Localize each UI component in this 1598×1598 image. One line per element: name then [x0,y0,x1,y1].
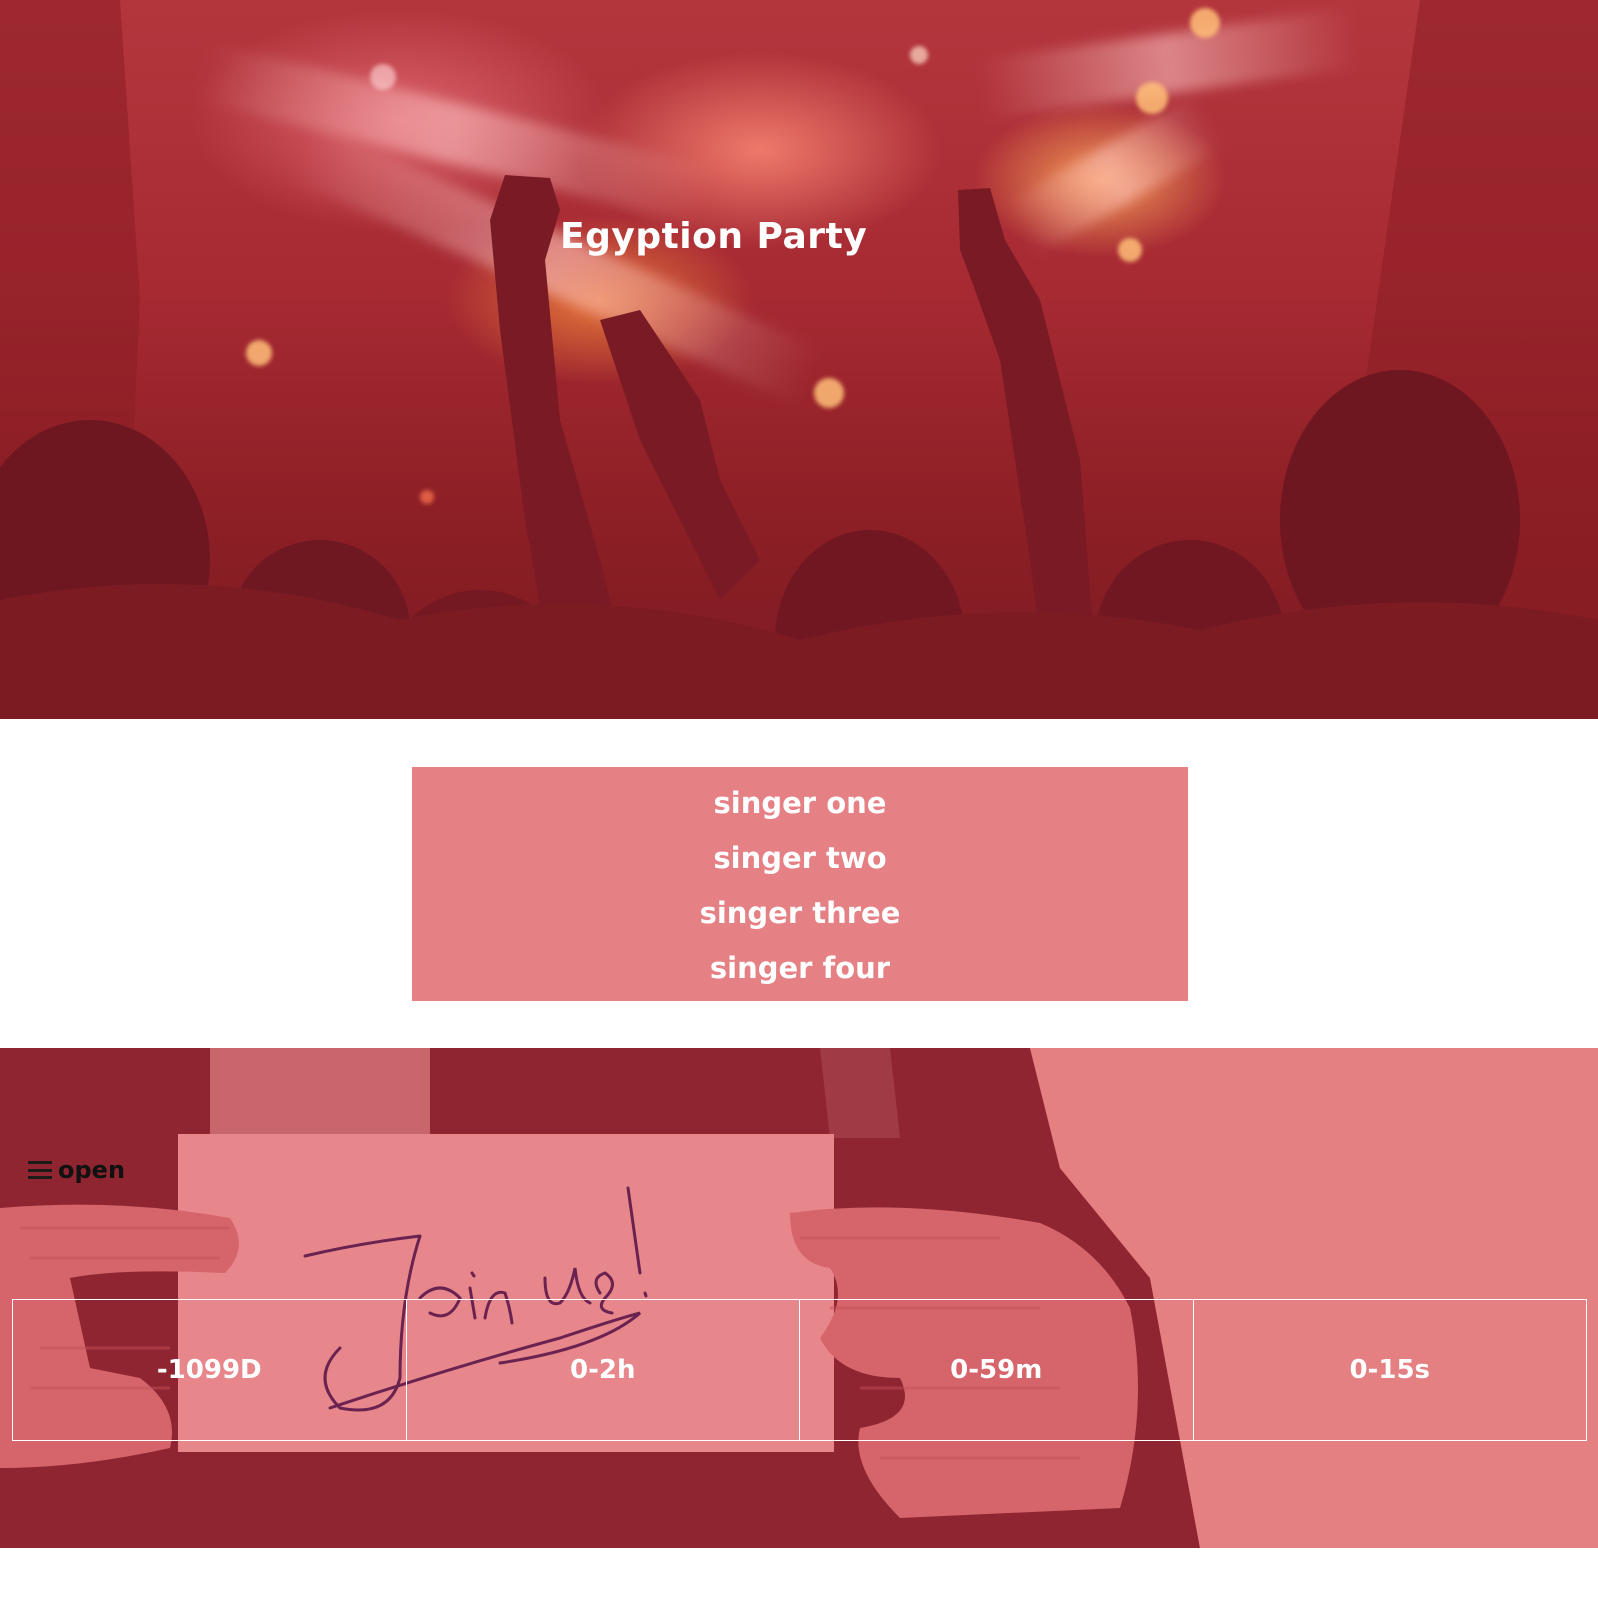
open-menu-button[interactable]: open [28,1156,125,1184]
singer-item-one[interactable]: singer one [714,783,887,823]
countdown-seconds: 0-15s [1349,1355,1431,1385]
singers-list: singer one singer two singer three singe… [412,767,1188,1001]
join-section: open [0,1048,1598,1548]
hero-section: Egyption Party [0,0,1598,719]
countdown-timer: -1099D 0-2h 0-59m 0-15s [12,1299,1587,1441]
page-title: Egyption Party [560,216,868,257]
singer-item-three[interactable]: singer three [700,893,901,933]
join-us-photo [0,1048,1598,1548]
countdown-minutes: 0-59m [800,1300,1194,1440]
hamburger-icon [28,1160,52,1180]
singer-item-four[interactable]: singer four [710,948,890,988]
crowd-silhouette [0,0,1598,719]
countdown-days: -1099D [13,1300,407,1440]
singer-item-two[interactable]: singer two [713,838,886,878]
open-menu-label: open [58,1156,126,1184]
countdown-hours: 0-2h [407,1300,800,1440]
